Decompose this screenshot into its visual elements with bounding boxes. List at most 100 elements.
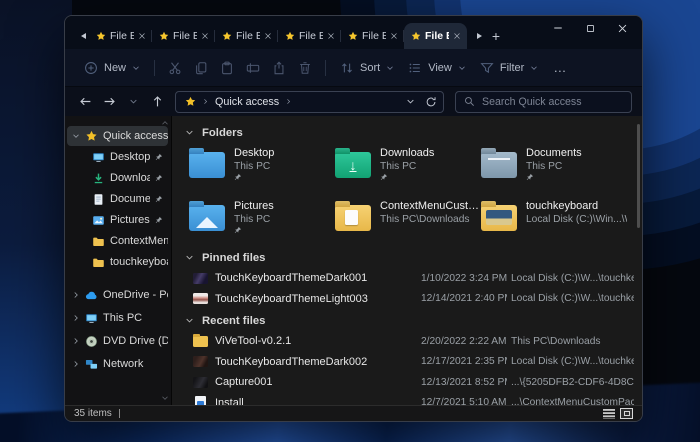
file-row-touchkeyboardthemedark002[interactable]: TouchKeyboardThemeDark002 12/17/2021 2:3…	[182, 352, 634, 373]
sidebar-item-label: Pictures	[110, 214, 150, 226]
sidebar-item-desktop[interactable]: Desktop	[67, 147, 168, 167]
filter-icon	[480, 61, 494, 75]
chevron-right-icon[interactable]	[72, 291, 80, 299]
folder-pictures-icon	[189, 205, 225, 231]
sort-button[interactable]: Sort	[333, 57, 401, 79]
rename-button[interactable]	[240, 56, 266, 80]
file-row-capture001[interactable]: Capture001 12/13/2021 8:52 PM ...\{5205D…	[182, 372, 634, 393]
more-options-button[interactable]: …	[545, 60, 575, 75]
section-header-recent-files[interactable]: Recent files	[185, 312, 642, 329]
sidebar-group-gap	[65, 273, 171, 282]
sidebar-item-contextmenucust[interactable]: ContextMenuCust	[67, 231, 168, 251]
folder-name: touchkeyboard	[526, 200, 627, 213]
address-dropdown-chevron-icon[interactable]	[406, 97, 415, 106]
up-button[interactable]	[147, 92, 167, 112]
toolbar-separator	[325, 60, 326, 76]
sidebar-item-network[interactable]: Network	[67, 354, 168, 374]
file-date: 12/17/2021 2:35 PM	[421, 356, 507, 367]
folder-tile-documents[interactable]: Documents This PC	[481, 146, 627, 190]
tab-close-icon[interactable]	[201, 32, 209, 40]
refresh-icon[interactable]	[425, 96, 437, 108]
file-location: Local Disk (C:)\W...\touchkeyboard	[511, 356, 634, 367]
pin-icon	[234, 173, 274, 181]
tab-scroll-left-button[interactable]	[77, 23, 89, 49]
file-row-vivetool[interactable]: ViVeTool-v0.2.1 2/20/2022 2:22 AM This P…	[182, 331, 634, 352]
download-icon	[92, 172, 105, 185]
back-button[interactable]	[75, 92, 95, 112]
folder-tile-pictures[interactable]: Pictures This PC	[189, 199, 335, 243]
image-thumbnail-capture-icon	[193, 377, 208, 388]
tab-close-icon[interactable]	[138, 32, 146, 40]
file-location: This PC\Downloads	[511, 336, 634, 347]
delete-button[interactable]	[292, 56, 318, 80]
tab-scroll-right-button[interactable]	[473, 23, 485, 49]
cut-button[interactable]	[162, 56, 188, 80]
sidebar-scroll-up-icon[interactable]	[161, 119, 169, 127]
filter-button[interactable]: Filter	[473, 57, 545, 79]
paste-button[interactable]	[214, 56, 240, 80]
minimize-button[interactable]	[552, 22, 564, 34]
folder-tile-contextmenucustompackage[interactable]: ContextMenuCustomPac... This PC\Download…	[335, 199, 481, 243]
share-button[interactable]	[266, 56, 292, 80]
folder-name: Pictures	[234, 200, 274, 213]
star-icon	[348, 31, 358, 41]
tab-file-explorer-2[interactable]: File E	[152, 23, 215, 49]
view-button[interactable]: View	[401, 57, 473, 79]
folder-icon	[92, 235, 105, 248]
star-icon	[185, 96, 196, 107]
tab-file-explorer-4[interactable]: File E	[278, 23, 341, 49]
section-title: Pinned files	[202, 252, 265, 264]
maximize-button[interactable]	[585, 23, 596, 34]
breadcrumb-location[interactable]: Quick access	[215, 96, 279, 108]
search-box[interactable]	[455, 91, 632, 113]
large-icons-view-toggle[interactable]	[620, 408, 633, 419]
folder-documents-icon	[481, 152, 517, 178]
chevron-right-icon[interactable]	[72, 337, 80, 345]
folder-tile-touchkeyboard[interactable]: touchkeyboard Local Disk (C:)\Win...\Web	[481, 199, 627, 243]
file-date: 12/13/2021 8:52 PM	[421, 377, 507, 388]
forward-button[interactable]	[99, 92, 119, 112]
new-button[interactable]: New	[77, 57, 147, 79]
tab-close-icon[interactable]	[327, 32, 335, 40]
close-button[interactable]	[617, 23, 628, 34]
address-breadcrumb-bar[interactable]: Quick access	[175, 91, 444, 113]
file-row-touchkeyboardthemedark001[interactable]: TouchKeyboardThemeDark001 1/10/2022 3:24…	[182, 268, 634, 289]
folder-tile-desktop[interactable]: Desktop This PC	[189, 146, 335, 190]
sidebar-scroll-down-icon[interactable]	[161, 394, 169, 402]
folder-tile-downloads[interactable]: Downloads This PC	[335, 146, 481, 190]
tab-close-icon[interactable]	[390, 32, 398, 40]
file-row-touchkeyboardthemelight003[interactable]: TouchKeyboardThemeLight003 12/14/2021 2:…	[182, 289, 634, 310]
details-view-toggle[interactable]	[603, 409, 615, 419]
tab-close-icon[interactable]	[453, 32, 461, 40]
section-header-pinned-files[interactable]: Pinned files	[185, 249, 642, 266]
tab-file-explorer-active[interactable]: File E	[404, 23, 467, 49]
sidebar-item-quick-access[interactable]: Quick access	[67, 126, 168, 146]
file-name: TouchKeyboardThemeLight003	[215, 293, 417, 305]
tab-close-icon[interactable]	[264, 32, 272, 40]
copy-button[interactable]	[188, 56, 214, 80]
content-scrollbar[interactable]	[637, 124, 640, 228]
sidebar-item-pictures[interactable]: Pictures	[67, 210, 168, 230]
tab-file-explorer-1[interactable]: File E	[89, 23, 152, 49]
search-input[interactable]	[482, 96, 623, 108]
chevron-right-icon[interactable]	[72, 314, 80, 322]
recent-locations-button[interactable]	[123, 92, 143, 112]
tab-file-explorer-5[interactable]: File E	[341, 23, 404, 49]
chevron-down-icon[interactable]	[72, 132, 80, 140]
filter-button-label: Filter	[500, 62, 524, 74]
chevron-right-icon[interactable]	[72, 360, 80, 368]
tab-file-explorer-3[interactable]: File E	[215, 23, 278, 49]
sidebar-item-this-pc[interactable]: This PC	[67, 308, 168, 328]
pin-icon	[155, 216, 163, 224]
section-header-folders[interactable]: Folders	[185, 124, 642, 141]
sidebar-item-downloads[interactable]: Downloads	[67, 168, 168, 188]
sidebar-item-onedrive[interactable]: OneDrive - Personal	[67, 285, 168, 305]
cut-icon	[168, 61, 182, 75]
new-tab-button[interactable]: +	[485, 23, 507, 49]
sidebar-item-documents[interactable]: Documents	[67, 189, 168, 209]
file-row-install[interactable]: Install 12/7/2021 5:10 AM ...\ContextMen…	[182, 393, 634, 406]
chevron-down-icon	[185, 128, 194, 137]
folders-grid: Desktop This PC Downloads This PC	[189, 146, 642, 243]
sidebar-item-touchkeyboard[interactable]: touchkeyboard	[67, 252, 168, 272]
sidebar-item-dvd-drive[interactable]: DVD Drive (D:) CCCO	[67, 331, 168, 351]
